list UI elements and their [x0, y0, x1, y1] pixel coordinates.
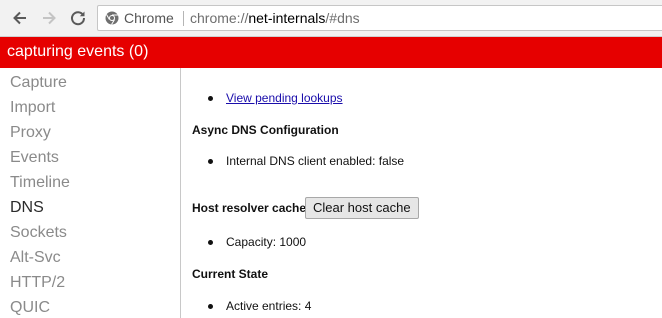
chrome-page-icon: [105, 11, 119, 25]
current-state-heading: Current State: [192, 267, 269, 281]
capture-status-bar: capturing events (0): [0, 37, 662, 68]
capture-status-text: capturing events (0): [7, 43, 149, 60]
forward-button[interactable]: [38, 7, 60, 29]
sidebar-item-import[interactable]: Import: [10, 99, 55, 117]
internal-dns-status: Internal DNS client enabled: false: [226, 154, 405, 168]
sidebar-item-sockets[interactable]: Sockets: [10, 224, 67, 242]
url-text[interactable]: chrome://net-internals/#dns: [190, 10, 360, 26]
cache-capacity: Capacity: 1000: [226, 235, 307, 249]
reload-button[interactable]: [67, 7, 89, 29]
clear-host-cache-button[interactable]: Clear host cache: [305, 197, 419, 219]
forward-arrow-icon: [43, 11, 56, 25]
sidebar-item-quic[interactable]: QUIC: [10, 299, 50, 317]
async-dns-heading: Async DNS Configuration: [192, 123, 339, 137]
active-entries: Active entries: 4: [226, 299, 312, 313]
site-label: Chrome: [124, 10, 174, 26]
list-bullet: [208, 96, 213, 101]
browser-toolbar: Chrome chrome://net-internals/#dns: [0, 0, 662, 37]
sidebar-item-capture[interactable]: Capture: [10, 74, 67, 92]
sidebar-item-proxy[interactable]: Proxy: [10, 124, 51, 142]
sidebar-item-alt-svc[interactable]: Alt-Svc: [10, 249, 61, 267]
list-bullet: [208, 159, 213, 164]
view-pending-lookups-link[interactable]: View pending lookups: [226, 91, 343, 105]
sidebar-item-dns[interactable]: DNS: [10, 199, 44, 217]
url-scheme: chrome://: [190, 10, 249, 26]
sidebar-nav: Capture Import Proxy Events Timeline DNS…: [0, 68, 181, 318]
sidebar-item-events[interactable]: Events: [10, 149, 59, 167]
url-host: net-internals: [248, 10, 326, 26]
list-bullet: [208, 304, 213, 309]
url-path: /#dns: [325, 10, 360, 26]
back-button[interactable]: [9, 7, 31, 29]
address-bar[interactable]: Chrome chrome://net-internals/#dns: [97, 5, 662, 31]
sidebar-item-http2[interactable]: HTTP/2: [10, 274, 65, 292]
dns-panel: View pending lookups Async DNS Configura…: [181, 68, 662, 318]
host-resolver-cache-label: Host resolver cache: [192, 201, 307, 215]
reload-icon: [71, 11, 86, 26]
list-bullet: [208, 240, 213, 245]
back-arrow-icon: [13, 11, 26, 25]
sidebar-item-timeline[interactable]: Timeline: [10, 174, 70, 192]
address-separator: [183, 11, 184, 26]
